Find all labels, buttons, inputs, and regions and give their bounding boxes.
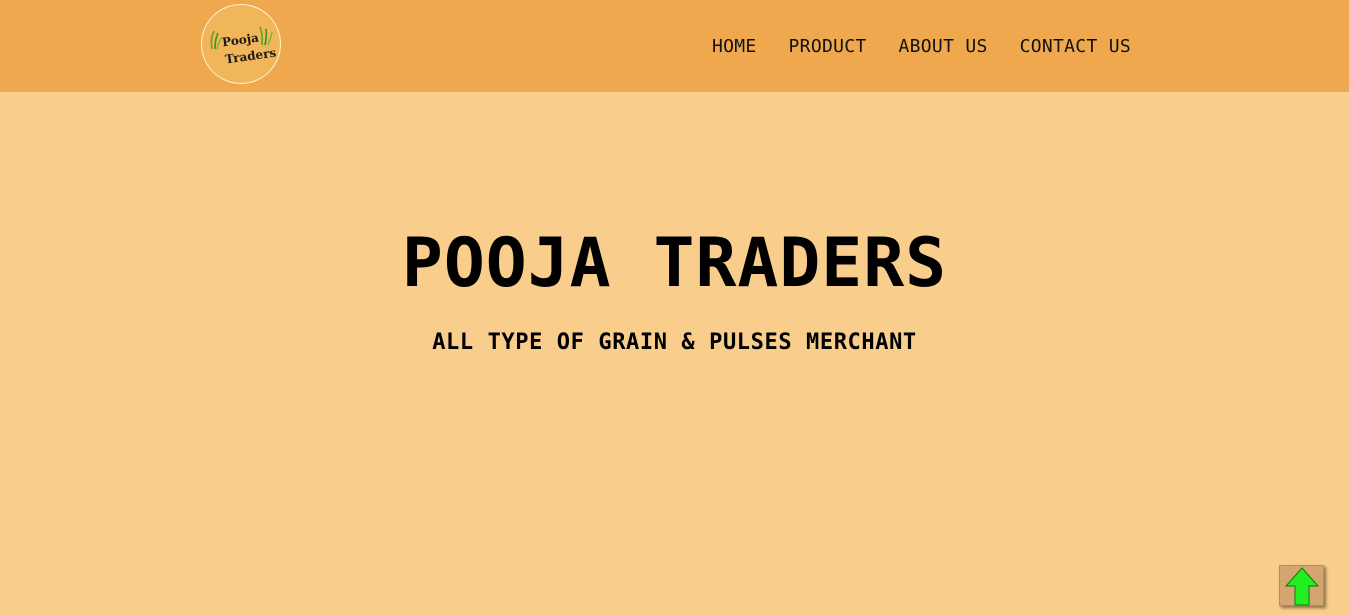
- nav-about-us[interactable]: ABOUT US: [899, 36, 988, 58]
- hero-subtitle: ALL TYPE OF GRAIN & PULSES MERCHANT: [432, 330, 917, 355]
- hero-title: POOJA TRADERS: [401, 224, 948, 303]
- scroll-to-top-button[interactable]: [1279, 565, 1324, 606]
- nav-contact-us[interactable]: CONTACT US: [1020, 36, 1131, 58]
- site-logo[interactable]: Pooja Traders: [201, 4, 281, 84]
- nav-home[interactable]: HOME: [712, 36, 757, 58]
- site-header: Pooja Traders HOME PRODUCT ABOUT US CONT…: [0, 0, 1349, 92]
- arrow-up-icon: [1284, 567, 1320, 606]
- main-nav: HOME PRODUCT ABOUT US CONTACT US: [712, 36, 1131, 58]
- nav-product[interactable]: PRODUCT: [789, 36, 867, 58]
